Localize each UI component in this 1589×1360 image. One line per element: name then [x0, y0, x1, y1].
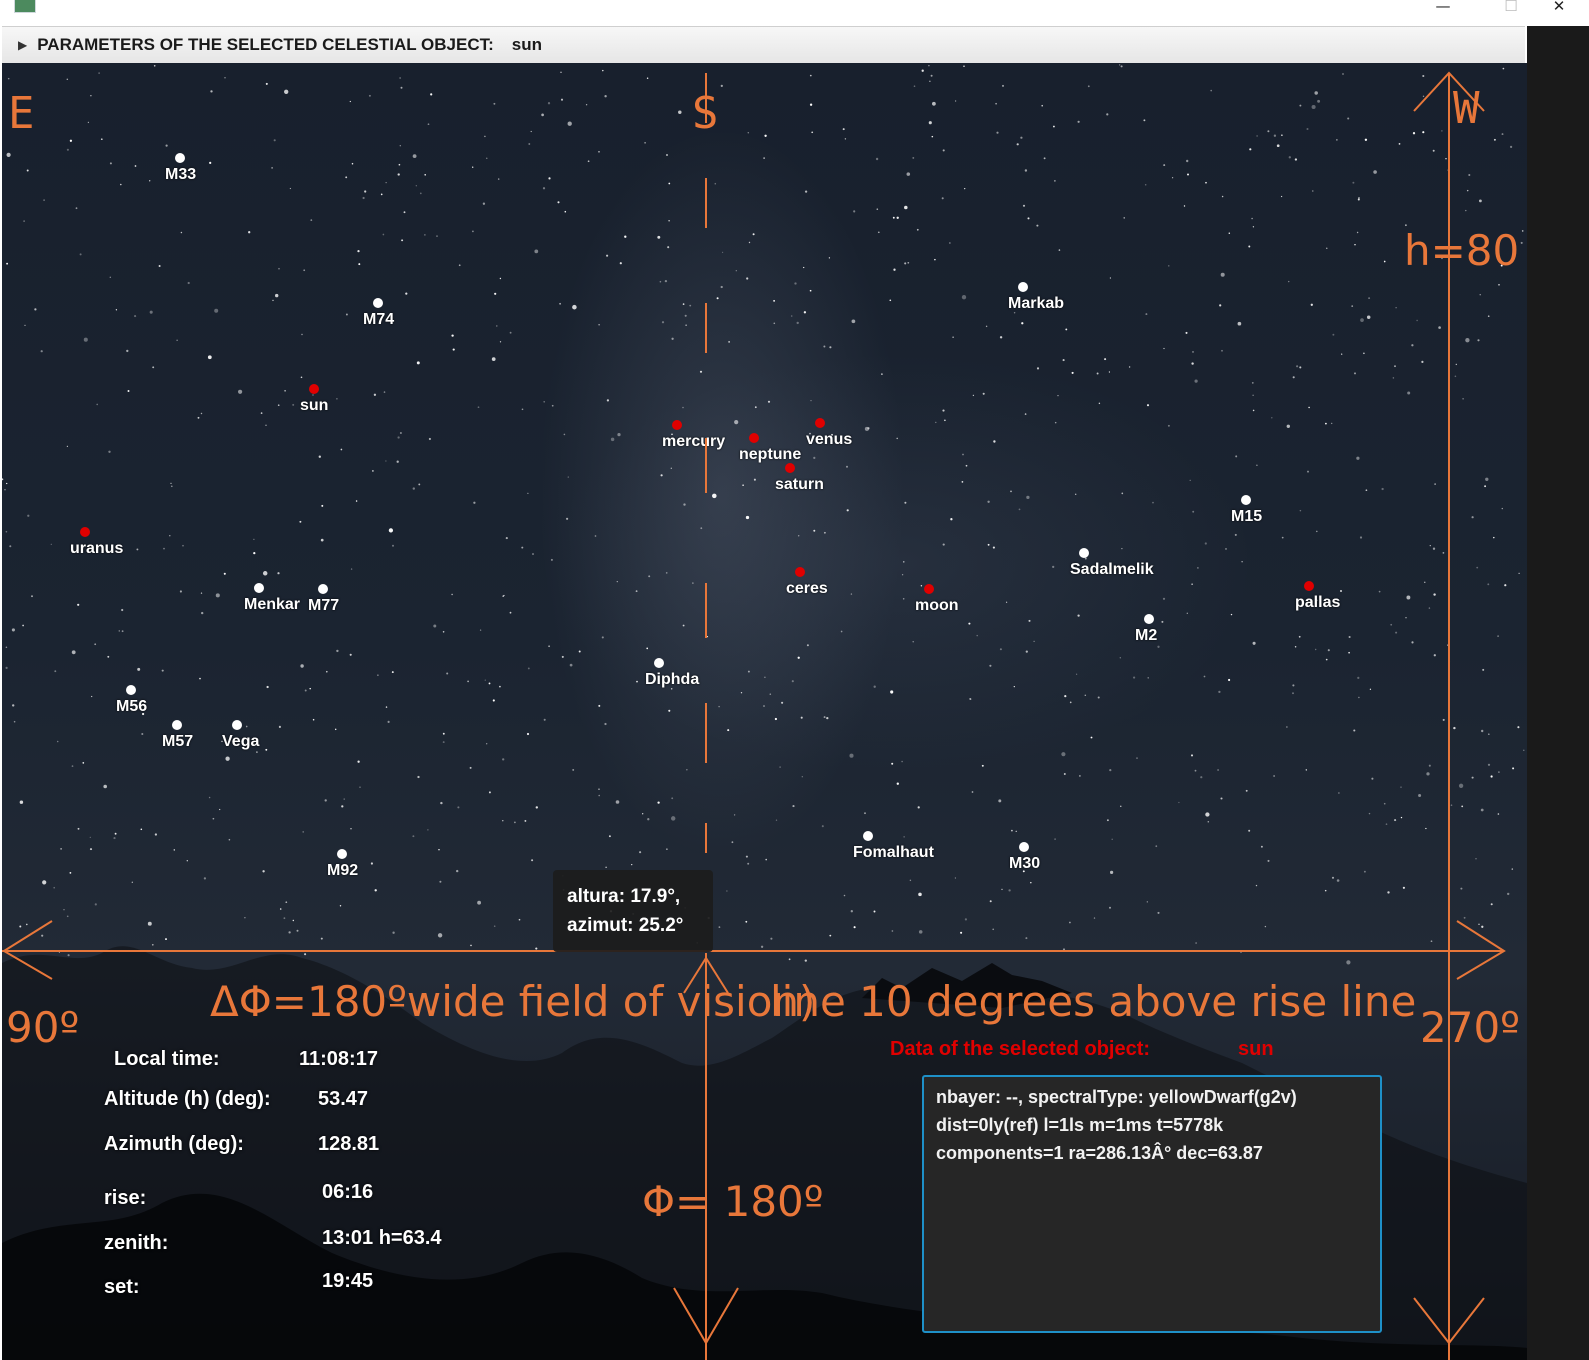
- object-marker-icon[interactable]: [337, 849, 347, 859]
- object-label: Vega: [222, 733, 260, 750]
- object-marker-icon[interactable]: [80, 527, 90, 537]
- window-side-panel: [1527, 26, 1589, 1360]
- close-icon[interactable]: ✕: [1536, 0, 1582, 26]
- object-marker-icon[interactable]: [309, 384, 319, 394]
- object-marker-icon[interactable]: [1018, 282, 1028, 292]
- expand-triangle-icon[interactable]: ▶: [18, 38, 27, 52]
- object-marker-icon[interactable]: [175, 153, 185, 163]
- object-marker-icon[interactable]: [1079, 548, 1089, 558]
- object-label: pallas: [1295, 594, 1341, 611]
- selected-object-title: Data of the selected object:: [890, 1038, 1151, 1060]
- rise-label: rise:: [104, 1187, 147, 1209]
- tooltip-azimuth: azimut: 25.2°: [567, 915, 684, 936]
- zenith-value: 13:01 h=63.4: [322, 1227, 442, 1249]
- object-marker-icon[interactable]: [1144, 614, 1154, 624]
- set-value: 19:45: [322, 1270, 374, 1292]
- rise-value: 06:16: [322, 1181, 374, 1203]
- object-marker-icon[interactable]: [373, 298, 383, 308]
- parameters-label: PARAMETERS OF THE SELECTED CELESTIAL OBJ…: [37, 35, 494, 54]
- object-label: M56: [116, 698, 148, 715]
- maximize-icon[interactable]: ☐: [1488, 0, 1534, 26]
- object-marker-icon[interactable]: [1241, 495, 1251, 505]
- object-label: moon: [915, 597, 959, 614]
- cursor-position-tooltip: altura: 17.9°, azimut: 25.2°: [553, 870, 713, 952]
- object-label: uranus: [70, 540, 124, 557]
- object-label: Markab: [1008, 295, 1065, 312]
- minimize-icon[interactable]: —: [1420, 0, 1466, 26]
- object-label: M92: [327, 862, 359, 879]
- object-label: sun: [300, 397, 329, 414]
- local-time-value: 11:08:17: [299, 1048, 378, 1070]
- compass-west: W: [1453, 83, 1480, 134]
- object-label: neptune: [739, 446, 802, 463]
- object-label: M77: [308, 597, 340, 614]
- object-marker-icon[interactable]: [254, 583, 264, 593]
- object-marker-icon[interactable]: [863, 831, 873, 841]
- object-label: M15: [1231, 508, 1263, 525]
- object-marker-icon[interactable]: [785, 463, 795, 473]
- altitude-value: 53.47: [318, 1088, 369, 1110]
- object-marker-icon[interactable]: [126, 685, 136, 695]
- object-label: venus: [806, 431, 853, 448]
- object-label: M33: [165, 166, 197, 183]
- phi-label: Φ= 180º: [642, 1177, 824, 1226]
- object-label: Sadalmelik: [1070, 561, 1154, 578]
- app-icon: [14, 0, 36, 13]
- tooltip-altitude: altura: 17.9°,: [567, 886, 681, 907]
- zenith-label: zenith:: [104, 1232, 169, 1254]
- compass-south: S: [692, 88, 719, 139]
- object-label: saturn: [775, 476, 824, 493]
- rise-line-label: line 10 degrees above rise line: [770, 977, 1417, 1026]
- azimuth-label: Azimuth (deg):: [104, 1133, 244, 1155]
- azimuth-value: 128.81: [318, 1133, 380, 1155]
- selected-object-details[interactable]: nbayer: --, spectralType: yellowDwarf(g2…: [922, 1075, 1382, 1333]
- detail-line: dist=0ly(ref) l=1ls m=1ms t=5778k: [936, 1115, 1224, 1135]
- object-marker-icon[interactable]: [924, 584, 934, 594]
- object-label: M57: [162, 733, 194, 750]
- parameters-selected-object: sun: [511, 35, 542, 54]
- object-marker-icon[interactable]: [795, 567, 805, 577]
- compass-east: E: [8, 88, 35, 139]
- selected-object-name: sun: [1238, 1038, 1274, 1060]
- window-titlebar: — ☐ ✕: [0, 0, 1589, 26]
- object-marker-icon[interactable]: [1304, 581, 1314, 591]
- set-label: set:: [104, 1276, 140, 1298]
- altitude-marker: h=80: [1404, 226, 1520, 275]
- field-of-vision-label: ΔΦ=180ºwide field of vision): [210, 977, 816, 1026]
- object-label: mercury: [662, 433, 726, 450]
- object-label: ceres: [786, 580, 828, 597]
- local-time-label: Local time:: [114, 1048, 220, 1070]
- object-marker-icon[interactable]: [172, 720, 182, 730]
- object-label: Menkar: [244, 596, 301, 613]
- object-marker-icon[interactable]: [654, 658, 664, 668]
- object-label: M30: [1009, 855, 1041, 872]
- detail-line: components=1 ra=286.13Â° dec=63.87: [936, 1143, 1263, 1163]
- object-label: M74: [363, 311, 395, 328]
- object-marker-icon[interactable]: [318, 584, 328, 594]
- object-marker-icon[interactable]: [232, 720, 242, 730]
- object-label: Fomalhaut: [853, 844, 934, 861]
- object-label: Diphda: [645, 671, 700, 688]
- parameters-header[interactable]: ▶ PARAMETERS OF THE SELECTED CELESTIAL O…: [2, 26, 1525, 64]
- azimuth-right-label: 270º: [1420, 1003, 1520, 1052]
- azimuth-left-label: 90º: [6, 1003, 80, 1052]
- object-marker-icon[interactable]: [1019, 842, 1029, 852]
- object-marker-icon[interactable]: [672, 420, 682, 430]
- object-marker-icon[interactable]: [815, 418, 825, 428]
- detail-line: nbayer: --, spectralType: yellowDwarf(g2…: [936, 1087, 1297, 1107]
- object-label: M2: [1135, 627, 1158, 644]
- object-marker-icon[interactable]: [749, 433, 759, 443]
- altitude-label: Altitude (h) (deg):: [104, 1088, 271, 1110]
